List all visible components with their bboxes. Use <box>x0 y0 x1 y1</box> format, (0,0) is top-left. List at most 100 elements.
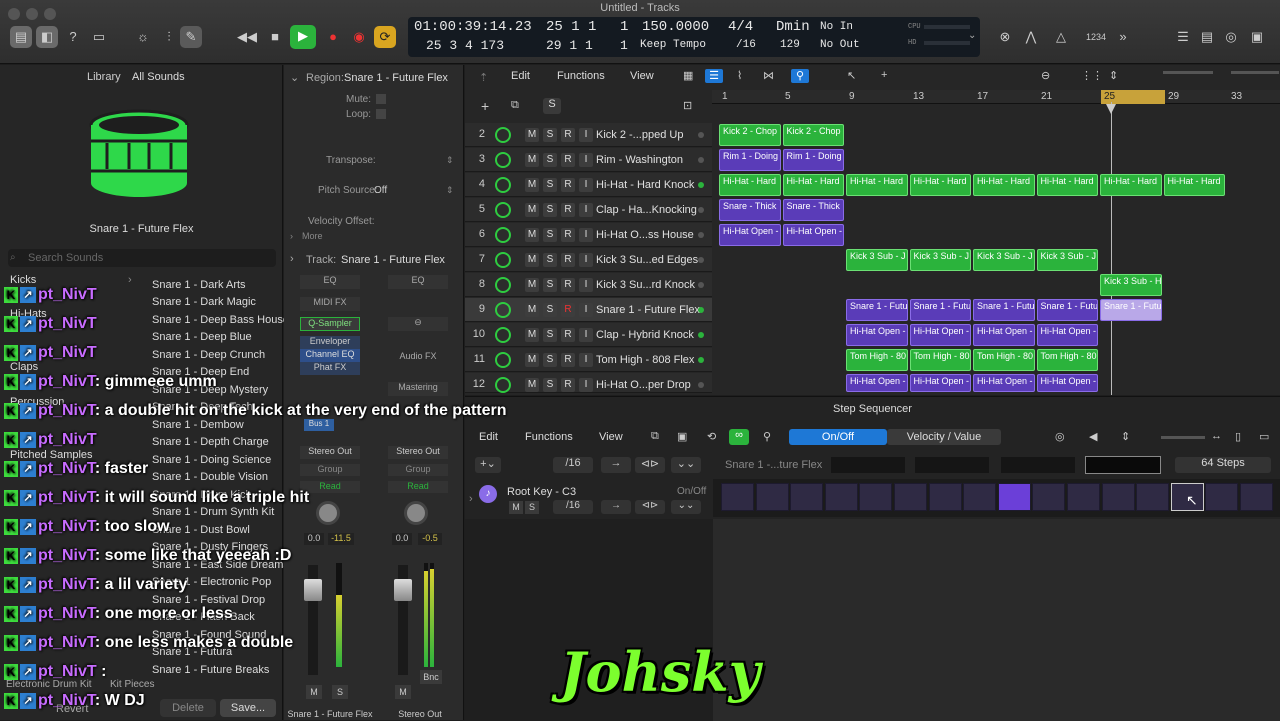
ch2-mute-button[interactable]: M <box>395 685 411 699</box>
track-header[interactable]: 3 M S R I Rim - Washington <box>465 148 712 172</box>
ss-row-mute[interactable]: M <box>509 501 523 514</box>
inspector-icon[interactable]: ◧ <box>36 26 58 48</box>
solo-button[interactable]: S <box>543 253 557 267</box>
mute-button[interactable]: M <box>525 378 539 392</box>
global-solo-icon[interactable]: S <box>543 98 561 114</box>
step-cell[interactable] <box>755 483 789 511</box>
step-cell[interactable] <box>1205 483 1239 511</box>
region[interactable]: Hi-Hat Open - <box>846 324 908 346</box>
input-monitor-button[interactable]: I <box>579 153 593 167</box>
notepad-icon[interactable]: ▤ <box>1196 26 1218 48</box>
region[interactable]: Kick 3 Sub - J <box>973 249 1035 271</box>
region[interactable]: Hi-Hat - Hard <box>973 174 1035 196</box>
record-enable-button[interactable]: R <box>561 378 575 392</box>
ss-pattern-slot-1[interactable] <box>831 457 905 473</box>
input-monitor-button[interactable]: I <box>579 253 593 267</box>
track-header[interactable]: 9 M S R I Snare 1 - Future Flex <box>465 298 712 322</box>
solo-button[interactable]: S <box>543 278 557 292</box>
ss-row-resolution[interactable]: /16 <box>553 500 593 514</box>
step-cell[interactable] <box>790 483 824 511</box>
region[interactable]: Snare 1 - Futur <box>909 299 971 321</box>
category-kicks[interactable]: Kicks <box>10 274 36 286</box>
region[interactable]: Hi-Hat Open - <box>909 374 971 392</box>
region[interactable]: Snare - Thick <box>719 199 781 221</box>
ch2-pan-knob[interactable] <box>404 501 428 525</box>
region[interactable]: Snare 1 - Futur <box>1036 299 1098 321</box>
ch2-output-slot[interactable]: Stereo Out <box>388 446 448 459</box>
tracks-view-menu[interactable]: View <box>630 70 654 82</box>
step-cell[interactable] <box>824 483 858 511</box>
solo-button[interactable]: S <box>543 303 557 317</box>
ss-pattern-slot-3[interactable] <box>1001 457 1075 473</box>
input-monitor-button[interactable]: I <box>579 278 593 292</box>
region[interactable]: Hi-Hat - Hard <box>1036 174 1098 196</box>
ch2-fader-handle[interactable] <box>394 579 412 601</box>
vertical-zoom-icon[interactable]: ⇕ <box>1109 69 1118 82</box>
mute-checkbox[interactable] <box>376 94 386 104</box>
step-cell[interactable] <box>928 483 962 511</box>
region[interactable]: Hi-Hat Open - <box>973 324 1035 346</box>
tracks-functions-menu[interactable]: Functions <box>557 70 605 82</box>
ss-row-name[interactable]: Root Key - C3 <box>507 486 576 498</box>
lcd-display[interactable]: 01:00:39:14.23 25 1 1 1 150.0000 4/4 Dmi… <box>408 17 980 57</box>
grid-view-icon[interactable]: ▦ <box>683 69 693 82</box>
automation-icon[interactable]: ⌇ <box>737 69 742 82</box>
ch2-group-slot[interactable]: Group <box>388 464 448 476</box>
input-monitor-button[interactable]: I <box>579 378 593 392</box>
region[interactable]: Rim 1 - Doing <box>719 149 781 171</box>
list-view-icon[interactable]: ☰ <box>705 69 723 83</box>
record-enable-button[interactable]: R <box>561 253 575 267</box>
track-disclosure-icon[interactable]: › <box>290 253 294 265</box>
mute-button[interactable]: M <box>525 303 539 317</box>
ruler[interactable] <box>712 90 1280 104</box>
secondary-tool-icon[interactable]: + <box>881 69 887 81</box>
step-cell[interactable] <box>1136 483 1170 511</box>
region[interactable]: Hi-Hat Open - <box>1036 374 1098 392</box>
record-icon[interactable]: ● <box>322 26 344 48</box>
solo-button[interactable]: S <box>543 328 557 342</box>
snap-icon[interactable]: ⚲ <box>791 69 809 83</box>
mute-button[interactable]: M <box>525 278 539 292</box>
cycle-icon[interactable]: ⟳ <box>374 26 396 48</box>
solo-button[interactable]: S <box>543 203 557 217</box>
ch1-fx-slot-3[interactable]: Phat FX <box>300 362 360 375</box>
region[interactable]: Tom High - 80 <box>846 349 908 371</box>
ch1-fader-handle[interactable] <box>304 579 322 601</box>
step-cell[interactable] <box>1032 483 1066 511</box>
solo-button[interactable]: S <box>543 378 557 392</box>
ch1-pan-knob[interactable] <box>316 501 340 525</box>
record-enable-button[interactable]: R <box>561 228 575 242</box>
region[interactable]: Rim 1 - Doing <box>782 149 844 171</box>
record-enable-button[interactable]: R <box>561 278 575 292</box>
step-cell[interactable] <box>1067 483 1100 511</box>
ss-panel-icon[interactable]: ▯ <box>1235 430 1241 443</box>
horizontal-zoom-slider[interactable] <box>1231 71 1279 74</box>
ss-learn-icon[interactable]: ⚲ <box>763 430 771 443</box>
catch-icon[interactable]: ⊖ <box>1041 69 1050 82</box>
search-input[interactable]: Search Sounds <box>8 249 276 267</box>
playhead-handle-icon[interactable] <box>1106 104 1116 114</box>
ss-row-disclosure-icon[interactable]: › <box>469 493 473 505</box>
region[interactable]: Snare 1 - Futur <box>973 299 1035 321</box>
duplicate-track-icon[interactable]: ⧉ <box>511 99 519 112</box>
ch1-solo-button[interactable]: S <box>332 685 348 699</box>
bounce-button[interactable]: Bnc <box>420 670 442 684</box>
library-item[interactable]: Snare 1 - Deep Crunch <box>152 349 265 361</box>
region[interactable]: Kick 3 Sub - J <box>1036 249 1098 271</box>
mute-button[interactable]: M <box>525 128 539 142</box>
ss-add-row-button[interactable]: +⌄ <box>475 457 501 473</box>
ch2-automation-mode[interactable]: Read <box>388 481 448 493</box>
solo-button[interactable]: S <box>543 128 557 142</box>
ch1-fx-slot-1[interactable]: Enveloper <box>300 336 360 349</box>
library-path-2[interactable]: Kit Pieces <box>110 679 154 690</box>
ss-zoom-slider[interactable] <box>1161 436 1205 439</box>
stepper-icon[interactable]: ⇕ <box>446 185 454 196</box>
solo-button[interactable]: S <box>543 153 557 167</box>
ss-direction-icon[interactable]: → <box>601 457 631 473</box>
stop-icon[interactable]: ■ <box>264 26 286 48</box>
ss-offset-icon[interactable]: ⊲⊳ <box>635 457 665 473</box>
record-enable-button[interactable]: R <box>561 353 575 367</box>
track-header[interactable]: 6 M S R I Hi-Hat O...ss House <box>465 223 712 247</box>
more-chevron-icon[interactable]: » <box>1112 26 1134 48</box>
library-icon[interactable]: ▤ <box>10 26 32 48</box>
